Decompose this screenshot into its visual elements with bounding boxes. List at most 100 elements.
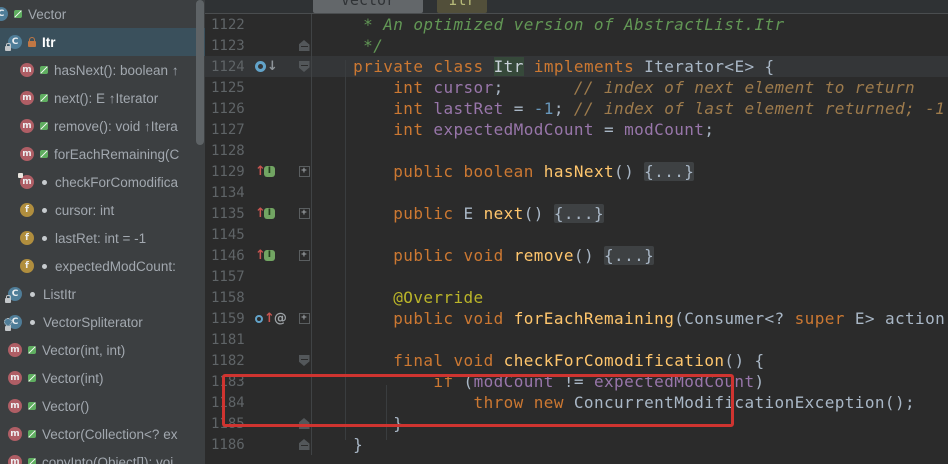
token-txt: = <box>593 120 625 139</box>
structure-item[interactable]: m remove(): void ↑Itera <box>0 112 205 140</box>
structure-item[interactable]: m Vector(int, int) <box>0 336 205 364</box>
structure-item[interactable]: f lastRet: int = -1 <box>0 224 205 252</box>
editor-line[interactable]: 1126 int lastRet = -1; // index of last … <box>205 98 948 119</box>
code-text[interactable]: } <box>312 434 363 455</box>
code-text[interactable]: @Override <box>312 287 484 308</box>
editor-line[interactable]: 1122 * An optimized version of AbstractL… <box>205 14 948 35</box>
structure-item[interactable]: C Itr <box>0 28 205 56</box>
breadcrumb-itr[interactable]: Itr <box>437 0 487 13</box>
code-text[interactable]: */ <box>312 35 383 56</box>
method-icon: m <box>8 399 22 413</box>
editor-line[interactable]: 1181 <box>205 329 948 350</box>
code-text[interactable]: int expectedModCount = modCount; <box>312 119 714 140</box>
structure-item[interactable]: m Vector(Collection<? ex <box>0 420 205 448</box>
editor-line[interactable]: 1183 if (modCount != expectedModCount) <box>205 371 948 392</box>
breadcrumb-vector[interactable]: Vector <box>313 0 423 13</box>
editor-line[interactable]: 1124 ↓ private class Itr implements Itera… <box>205 56 948 77</box>
editor-line[interactable]: 1123 */ <box>205 35 948 56</box>
fold-end-icon[interactable] <box>298 40 310 51</box>
editor-line[interactable]: 1182 final void checkForComodification()… <box>205 350 948 371</box>
code-text[interactable]: private class Itr implements Iterator<E>… <box>312 56 775 77</box>
line-number: 1186 <box>211 436 245 453</box>
fold-column <box>297 350 312 371</box>
structure-item[interactable]: f cursor: int <box>0 196 205 224</box>
token-kw: final <box>393 351 444 370</box>
structure-item[interactable]: m next(): E ↑Iterator <box>0 84 205 112</box>
token-cmt: // index of next element to return <box>573 78 916 97</box>
structure-item[interactable]: C VectorSpliterator <box>0 308 205 336</box>
structure-item-label: hasNext(): boolean ↑ <box>54 62 179 78</box>
package-visibility-icon <box>30 319 35 325</box>
final-lock-icon <box>5 43 11 51</box>
editor-line[interactable]: 1158 @Override <box>205 287 948 308</box>
editor-line[interactable]: 1125 int cursor; // index of next elemen… <box>205 77 948 98</box>
editor-line[interactable]: 1184 throw new ConcurrentModificationExc… <box>205 392 948 413</box>
sidebar-scrollbar-thumb[interactable] <box>196 0 204 145</box>
token-fld: modCount <box>473 372 554 391</box>
editor-line[interactable]: 1146 ↑ I + public void remove() {...} <box>205 245 948 266</box>
token-fold: {...} <box>644 162 695 181</box>
token-doc: */ <box>313 36 384 55</box>
code-text[interactable]: final void checkForComodification() { <box>312 350 765 371</box>
fold-expand-icon[interactable]: + <box>298 313 310 324</box>
overridden-marker-icon[interactable] <box>255 61 266 72</box>
fold-expand-icon[interactable]: + <box>298 250 310 261</box>
structure-item-label: Vector(int) <box>42 370 104 386</box>
editor-line[interactable]: 1127 int expectedModCount = modCount; <box>205 119 948 140</box>
structure-item[interactable]: m hasNext(): boolean ↑ <box>0 56 205 84</box>
fold-start-icon[interactable] <box>298 61 310 72</box>
gutter-icons: ↓ <box>255 59 297 74</box>
structure-item-label: Vector() <box>42 398 90 414</box>
editor-line[interactable]: 1128 <box>205 140 948 161</box>
editor-line[interactable]: 1186 } <box>205 434 948 455</box>
editor-line[interactable]: 1157 <box>205 266 948 287</box>
field-icon: f <box>20 203 34 217</box>
public-visibility-icon <box>28 346 36 354</box>
editor-line[interactable]: 1129 ↑ I + public boolean hasNext() {...} <box>205 161 948 182</box>
structure-item[interactable]: m forEachRemaining(C <box>0 140 205 168</box>
fold-expand-icon[interactable]: + <box>298 208 310 219</box>
public-visibility-icon <box>28 430 36 438</box>
editor-line[interactable]: 1185 } <box>205 413 948 434</box>
structure-item[interactable]: m Vector() <box>0 392 205 420</box>
line-number: 1128 <box>211 142 245 159</box>
structure-item[interactable]: m Vector(int) <box>0 364 205 392</box>
token-kw: super <box>794 309 845 328</box>
code-text[interactable]: } <box>312 413 403 434</box>
structure-item[interactable]: m checkForComodifica <box>0 168 205 196</box>
fold-start-icon[interactable] <box>298 355 310 366</box>
code-text[interactable]: public boolean hasNext() {...} <box>312 161 695 182</box>
editor-line[interactable]: 1134 <box>205 182 948 203</box>
public-visibility-icon <box>14 10 22 18</box>
structure-item-label: Vector(Collection<? ex <box>42 426 178 442</box>
code-text[interactable]: public void forEachRemaining(Consumer<? … <box>312 308 948 329</box>
field-icon: f <box>20 259 34 273</box>
fold-end-icon[interactable] <box>298 439 310 450</box>
fold-end-icon[interactable] <box>298 418 310 429</box>
public-visibility-icon <box>28 402 36 410</box>
code-text[interactable]: int lastRet = -1; // index of last eleme… <box>312 98 948 119</box>
structure-item[interactable]: C ListItr <box>0 280 205 308</box>
code-text[interactable]: throw new ConcurrentModificationExceptio… <box>312 392 915 413</box>
code-text[interactable]: int cursor; // index of next element to … <box>312 77 915 98</box>
overrides-marker-icon[interactable] <box>255 314 263 323</box>
structure-item[interactable]: C Vector <box>0 0 205 28</box>
line-number: 1146 <box>211 247 245 264</box>
editor-line[interactable]: 1145 <box>205 224 948 245</box>
code-text[interactable]: public E next() {...} <box>312 203 604 224</box>
structure-item[interactable]: f expectedModCount: <box>0 252 205 280</box>
code-text[interactable]: public void remove() {...} <box>312 245 655 266</box>
code-editor[interactable]: Vector Itr 1122 * An optimized version o… <box>205 0 948 464</box>
editor-line[interactable]: 1159 ↑ @ + public void forEachRemaining(Con… <box>205 308 948 329</box>
class-icon: C <box>4 315 22 331</box>
code-text[interactable]: * An optimized version of AbstractList.I… <box>312 14 785 35</box>
code-text[interactable]: if (modCount != expectedModCount) <box>312 371 765 392</box>
token-txt: } <box>313 414 404 433</box>
fold-expand-icon[interactable]: + <box>298 166 310 177</box>
structure-item-label: forEachRemaining(C <box>54 146 180 162</box>
editor-line[interactable]: 1135 ↑ I + public E next() {...} <box>205 203 948 224</box>
structure-item[interactable]: m copyInto(Object[]): voi <box>0 448 205 464</box>
